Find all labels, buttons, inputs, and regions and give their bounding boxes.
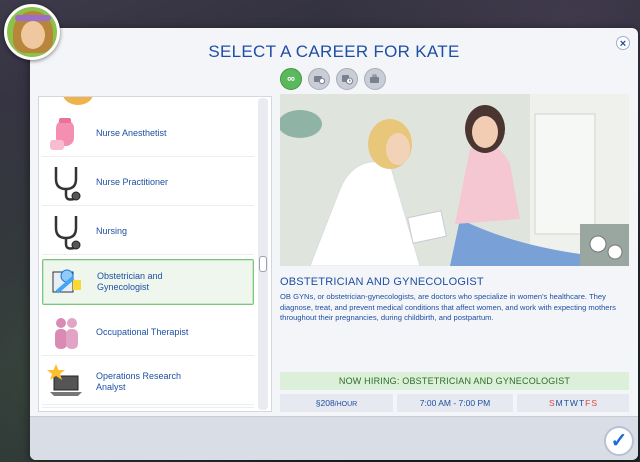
all-careers-filter[interactable]: ∞	[280, 68, 302, 90]
career-description: OB GYNs, or obstetrician-gynecologists, …	[280, 292, 616, 322]
career-list[interactable]: Nurse Anesthetist Nurse Practitioner Nur…	[38, 96, 272, 412]
day-saturday: S	[591, 398, 598, 408]
dialog-footer: ✓	[30, 416, 638, 460]
day-tuesday: T	[563, 398, 569, 408]
list-item-nursing[interactable]: Nursing	[42, 209, 254, 255]
career-filter-bar: ∞	[280, 68, 386, 90]
list-item-label: Nurse Anesthetist	[96, 128, 167, 138]
day-monday: M	[555, 398, 563, 408]
stethoscope-icon	[46, 212, 86, 252]
day-sunday: S	[548, 398, 555, 408]
full-time-filter[interactable]	[308, 68, 330, 90]
freelance-filter[interactable]	[364, 68, 386, 90]
list-item-partial	[63, 97, 93, 105]
pay-unit: /hour	[334, 401, 358, 408]
career-info-row: §208/hour 7:00 AM - 7:00 PM SMTWTFS	[280, 394, 629, 412]
list-item-label: Operations Research Analyst	[96, 370, 182, 392]
list-item-obstetrician-gynecologist[interactable]: Obstetrician and Gynecologist	[42, 259, 254, 305]
work-days: SMTWTFS	[517, 394, 629, 412]
clock-icon	[342, 75, 353, 85]
confirm-button[interactable]: ✓	[604, 426, 634, 456]
now-hiring-banner: Now Hiring: Obstetrician and Gynecologis…	[280, 372, 629, 390]
avatar-headband	[15, 15, 51, 21]
list-item-label: Nurse Practitioner	[96, 177, 169, 187]
list-item-label: Obstetrician and Gynecologist	[97, 271, 163, 292]
baby-puzzle-icon	[47, 262, 87, 302]
dialog-title: Select a Career for Kate	[208, 42, 460, 61]
career-title: Obstetrician and Gynecologist	[280, 276, 484, 288]
list-item-partial	[42, 407, 254, 411]
pay-amount: 208	[320, 398, 335, 408]
list-item-label: Occupational Therapist	[96, 327, 189, 337]
day-thursday: T	[578, 398, 585, 408]
avatar-face	[21, 21, 45, 49]
list-item-nurse-anesthetist[interactable]: Nurse Anesthetist	[42, 111, 254, 157]
work-hours: 7:00 AM - 7:00 PM	[397, 394, 513, 412]
scroll-thumb[interactable]	[259, 256, 267, 272]
career-list-scrollbar[interactable]	[258, 98, 268, 410]
close-button[interactable]: ×	[616, 36, 630, 50]
pay-rate: §208/hour	[280, 394, 393, 412]
infinity-icon: ∞	[287, 73, 295, 85]
career-dialog: Select a Career for Kate × ∞	[30, 28, 638, 460]
laptop-star-icon	[46, 362, 86, 402]
list-item-operations-research-analyst[interactable]: Operations Research Analyst	[42, 359, 254, 405]
syringe-icon	[46, 114, 86, 154]
briefcase-icon	[370, 74, 379, 83]
list-item-label: Nursing	[96, 226, 128, 236]
people-icon	[46, 313, 86, 353]
list-item-occupational-therapist[interactable]: Occupational Therapist	[42, 310, 254, 356]
list-item-nurse-practitioner[interactable]: Nurse Practitioner	[42, 160, 254, 206]
sim-avatar	[4, 4, 60, 60]
day-wednesday: W	[569, 398, 578, 408]
part-time-filter[interactable]	[336, 68, 358, 90]
day-friday: F	[585, 398, 591, 408]
career-image	[280, 94, 629, 266]
stethoscope-icon	[46, 163, 86, 203]
camera-clock-icon	[314, 76, 325, 85]
